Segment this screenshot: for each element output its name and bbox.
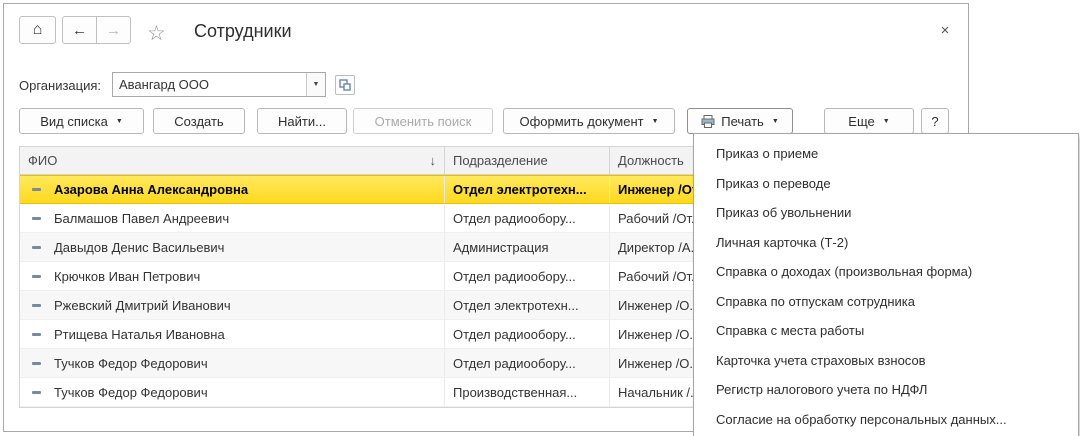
employee-name: Давыдов Денис Васильевич	[54, 240, 224, 255]
forward-icon: →	[106, 22, 121, 39]
employee-name: Балмашов Павел Андреевич	[54, 211, 229, 226]
employee-icon	[28, 212, 44, 224]
screen: ⌂ ← → ☆ Сотрудники × Организация: ▼	[0, 0, 1080, 436]
menu-item-registr-ndfl[interactable]: Регистр налогового учета по НДФЛ	[694, 375, 1078, 405]
sort-desc-icon: ↓	[430, 153, 437, 168]
menu-item-lichnaya-kartochka[interactable]: Личная карточка (Т-2)	[694, 228, 1078, 258]
employee-name: Азарова Анна Александровна	[54, 182, 248, 197]
view-list-button[interactable]: Вид списка ▼	[19, 108, 144, 134]
department-cell: Отдел радиообору...	[444, 320, 609, 348]
back-button[interactable]: ←	[62, 16, 97, 44]
employee-icon	[28, 184, 44, 196]
home-button[interactable]: ⌂	[19, 16, 56, 44]
employee-icon	[28, 270, 44, 282]
chevron-down-icon: ▼	[883, 118, 890, 125]
chevron-down-icon: ▼	[772, 118, 779, 125]
chevron-down-icon: ▼	[313, 81, 320, 88]
column-label: ФИО	[28, 153, 57, 168]
employee-icon	[28, 241, 44, 253]
find-button[interactable]: Найти...	[257, 108, 347, 134]
favorite-star-icon[interactable]: ☆	[147, 21, 166, 46]
more-button[interactable]: Еще ▼	[824, 108, 914, 134]
help-button[interactable]: ?	[921, 108, 949, 134]
department-cell: Отдел электротехн...	[444, 176, 609, 203]
column-header-department[interactable]: Подразделение	[444, 147, 609, 174]
employee-name: Ртищева Наталья Ивановна	[54, 327, 225, 342]
home-icon: ⌂	[33, 21, 43, 39]
employee-icon	[28, 357, 44, 369]
menu-item-prikaz-ob-uvolnenii[interactable]: Приказ об увольнении	[694, 198, 1078, 228]
department-cell: Производственная...	[444, 378, 609, 406]
employee-icon	[28, 386, 44, 398]
print-dropdown-menu: Приказ о приеме Приказ о переводе Приказ…	[693, 133, 1079, 436]
cancel-search-label: Отменить поиск	[375, 114, 472, 129]
cancel-search-button: Отменить поиск	[353, 108, 493, 134]
menu-item-soglasie-pd[interactable]: Согласие на обработку персональных данны…	[694, 405, 1078, 435]
print-button[interactable]: Печать ▼	[687, 108, 793, 134]
menu-item-spravka-po-otpuskam[interactable]: Справка по отпускам сотрудника	[694, 287, 1078, 317]
menu-item-spravka-s-mesta-raboty[interactable]: Справка с места работы	[694, 316, 1078, 346]
organization-label: Организация:	[19, 78, 101, 93]
department-cell: Отдел электротехн...	[444, 291, 609, 319]
organization-combo[interactable]: ▼	[112, 72, 326, 97]
department-cell: Администрация	[444, 233, 609, 261]
employee-name: Тучков Федор Федорович	[54, 385, 208, 400]
view-list-label: Вид списка	[40, 114, 108, 129]
column-header-fio[interactable]: ФИО ↓	[20, 147, 444, 174]
employee-name: Крючков Иван Петрович	[54, 269, 200, 284]
menu-item-kartochka-vznosov[interactable]: Карточка учета страховых взносов	[694, 346, 1078, 376]
back-icon: ←	[72, 22, 87, 39]
department-cell: Отдел радиообору...	[444, 204, 609, 232]
menu-item-spravka-o-dohodah[interactable]: Справка о доходах (произвольная форма)	[694, 257, 1078, 287]
menu-item-prikaz-o-prieme[interactable]: Приказ о приеме	[694, 139, 1078, 169]
department-cell: Отдел радиообору...	[444, 262, 609, 290]
employee-icon	[28, 299, 44, 311]
forward-button[interactable]: →	[96, 16, 131, 44]
find-label: Найти...	[278, 114, 326, 129]
more-label: Еще	[848, 114, 874, 129]
make-document-button[interactable]: Оформить документ ▼	[503, 108, 675, 134]
employee-name: Ржевский Дмитрий Иванович	[54, 298, 231, 313]
create-label: Создать	[174, 114, 223, 129]
create-button[interactable]: Создать	[153, 108, 245, 134]
close-button[interactable]: ×	[934, 19, 956, 41]
chevron-down-icon: ▼	[116, 118, 123, 125]
organization-dropdown-button[interactable]: ▼	[306, 73, 325, 96]
help-label: ?	[931, 114, 938, 129]
chevron-down-icon: ▼	[652, 118, 659, 125]
choose-organization-button[interactable]	[335, 75, 355, 95]
employee-icon	[28, 328, 44, 340]
employee-name: Тучков Федор Федорович	[54, 356, 208, 371]
organization-input[interactable]	[113, 73, 306, 96]
menu-item-prikaz-o-perevode[interactable]: Приказ о переводе	[694, 169, 1078, 199]
make-document-label: Оформить документ	[519, 114, 643, 129]
department-cell: Отдел радиообору...	[444, 349, 609, 377]
page-title: Сотрудники	[194, 21, 292, 42]
close-icon: ×	[941, 22, 950, 39]
choose-icon	[339, 79, 351, 91]
print-label: Печать	[721, 114, 764, 129]
printer-icon	[701, 115, 715, 128]
